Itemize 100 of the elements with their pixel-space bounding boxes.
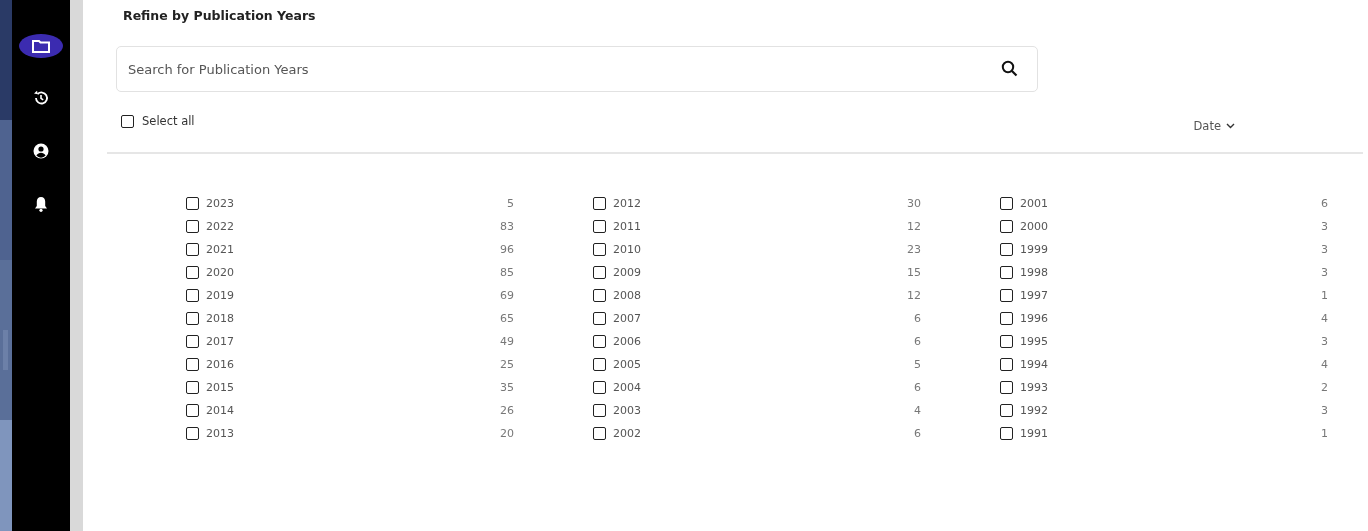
folder-nav-button[interactable] [19,34,63,58]
year-count: 96 [500,243,514,256]
year-label: 2004 [613,381,641,394]
section-title: Refine by Publication Years [123,8,317,23]
checkbox[interactable] [593,427,606,440]
year-count: 23 [907,243,921,256]
checkbox[interactable] [186,220,199,233]
year-label: 2000 [1020,220,1048,233]
checkbox[interactable] [1000,312,1013,325]
checkbox[interactable] [186,358,199,371]
year-label: 2016 [206,358,234,371]
sort-dropdown[interactable]: Date [1193,119,1235,133]
year-count: 5 [507,197,514,210]
checkbox[interactable] [1000,381,1013,394]
year-count: 6 [1321,197,1328,210]
checkbox[interactable] [186,335,199,348]
year-label: 1999 [1020,243,1048,256]
checkbox[interactable] [186,404,199,417]
checkbox[interactable] [1000,404,1013,417]
year-label: 2015 [206,381,234,394]
year-count: 3 [1321,243,1328,256]
checkbox[interactable] [593,220,606,233]
year-label: 2001 [1020,197,1048,210]
year-label: 1997 [1020,289,1048,302]
checkbox[interactable] [593,381,606,394]
year-count: 30 [907,197,921,210]
checkbox[interactable] [593,289,606,302]
year-count: 25 [500,358,514,371]
year-label: 2002 [613,427,641,440]
account-icon [33,143,49,159]
checkbox[interactable] [593,197,606,210]
year-label: 1998 [1020,266,1048,279]
checkbox[interactable] [593,312,606,325]
year-label: 2007 [613,312,641,325]
year-label: 2003 [613,404,641,417]
year-count: 1 [1321,427,1328,440]
year-count: 1 [1321,289,1328,302]
year-label: 2010 [613,243,641,256]
checkbox[interactable] [186,427,199,440]
year-label: 2009 [613,266,641,279]
year-label: 2011 [613,220,641,233]
year-count: 6 [914,335,921,348]
year-label: 2005 [613,358,641,371]
year-label: 2006 [613,335,641,348]
year-label: 1993 [1020,381,1048,394]
year-count: 6 [914,427,921,440]
year-label: 2018 [206,312,234,325]
year-count: 15 [907,266,921,279]
year-label: 2013 [206,427,234,440]
checkbox[interactable] [186,197,199,210]
year-label: 2012 [613,197,641,210]
chevron-down-icon [1226,123,1235,129]
year-count: 83 [500,220,514,233]
year-label: 1994 [1020,358,1048,371]
year-count: 3 [1321,335,1328,348]
checkbox[interactable] [186,266,199,279]
checkbox[interactable] [1000,289,1013,302]
checkbox[interactable] [593,266,606,279]
bell-icon [34,196,48,212]
checkbox[interactable] [186,381,199,394]
year-label: 2021 [206,243,234,256]
checkbox[interactable] [186,243,199,256]
year-label: 2017 [206,335,234,348]
year-count: 3 [1321,266,1328,279]
search-icon[interactable] [1001,60,1018,77]
year-label: 2023 [206,197,234,210]
checkbox[interactable] [186,289,199,302]
search-field[interactable]: Search for Publication Years [116,46,1038,92]
year-label: 2019 [206,289,234,302]
history-icon [33,90,49,106]
year-label: 2022 [206,220,234,233]
checkbox[interactable] [1000,335,1013,348]
checkbox[interactable] [1000,197,1013,210]
checkbox[interactable] [593,335,606,348]
year-count: 4 [1321,312,1328,325]
checkbox[interactable] [1000,427,1013,440]
year-label: 1995 [1020,335,1048,348]
checkbox[interactable] [121,114,134,128]
checkbox[interactable] [1000,243,1013,256]
year-count: 69 [500,289,514,302]
checkbox[interactable] [1000,266,1013,279]
checkbox[interactable] [593,243,606,256]
checkbox[interactable] [1000,220,1013,233]
select-all-label: Select all [142,114,195,128]
checkbox[interactable] [186,312,199,325]
year-count: 20 [500,427,514,440]
year-count: 6 [914,312,921,325]
year-count: 6 [914,381,921,394]
year-count: 85 [500,266,514,279]
year-count: 35 [500,381,514,394]
year-count: 4 [1321,358,1328,371]
checkbox[interactable] [1000,358,1013,371]
checkbox[interactable] [593,404,606,417]
year-label: 2014 [206,404,234,417]
year-count: 4 [914,404,921,417]
year-count: 5 [914,358,921,371]
year-count: 2 [1321,381,1328,394]
year-count: 3 [1321,404,1328,417]
year-label: 1996 [1020,312,1048,325]
checkbox[interactable] [593,358,606,371]
